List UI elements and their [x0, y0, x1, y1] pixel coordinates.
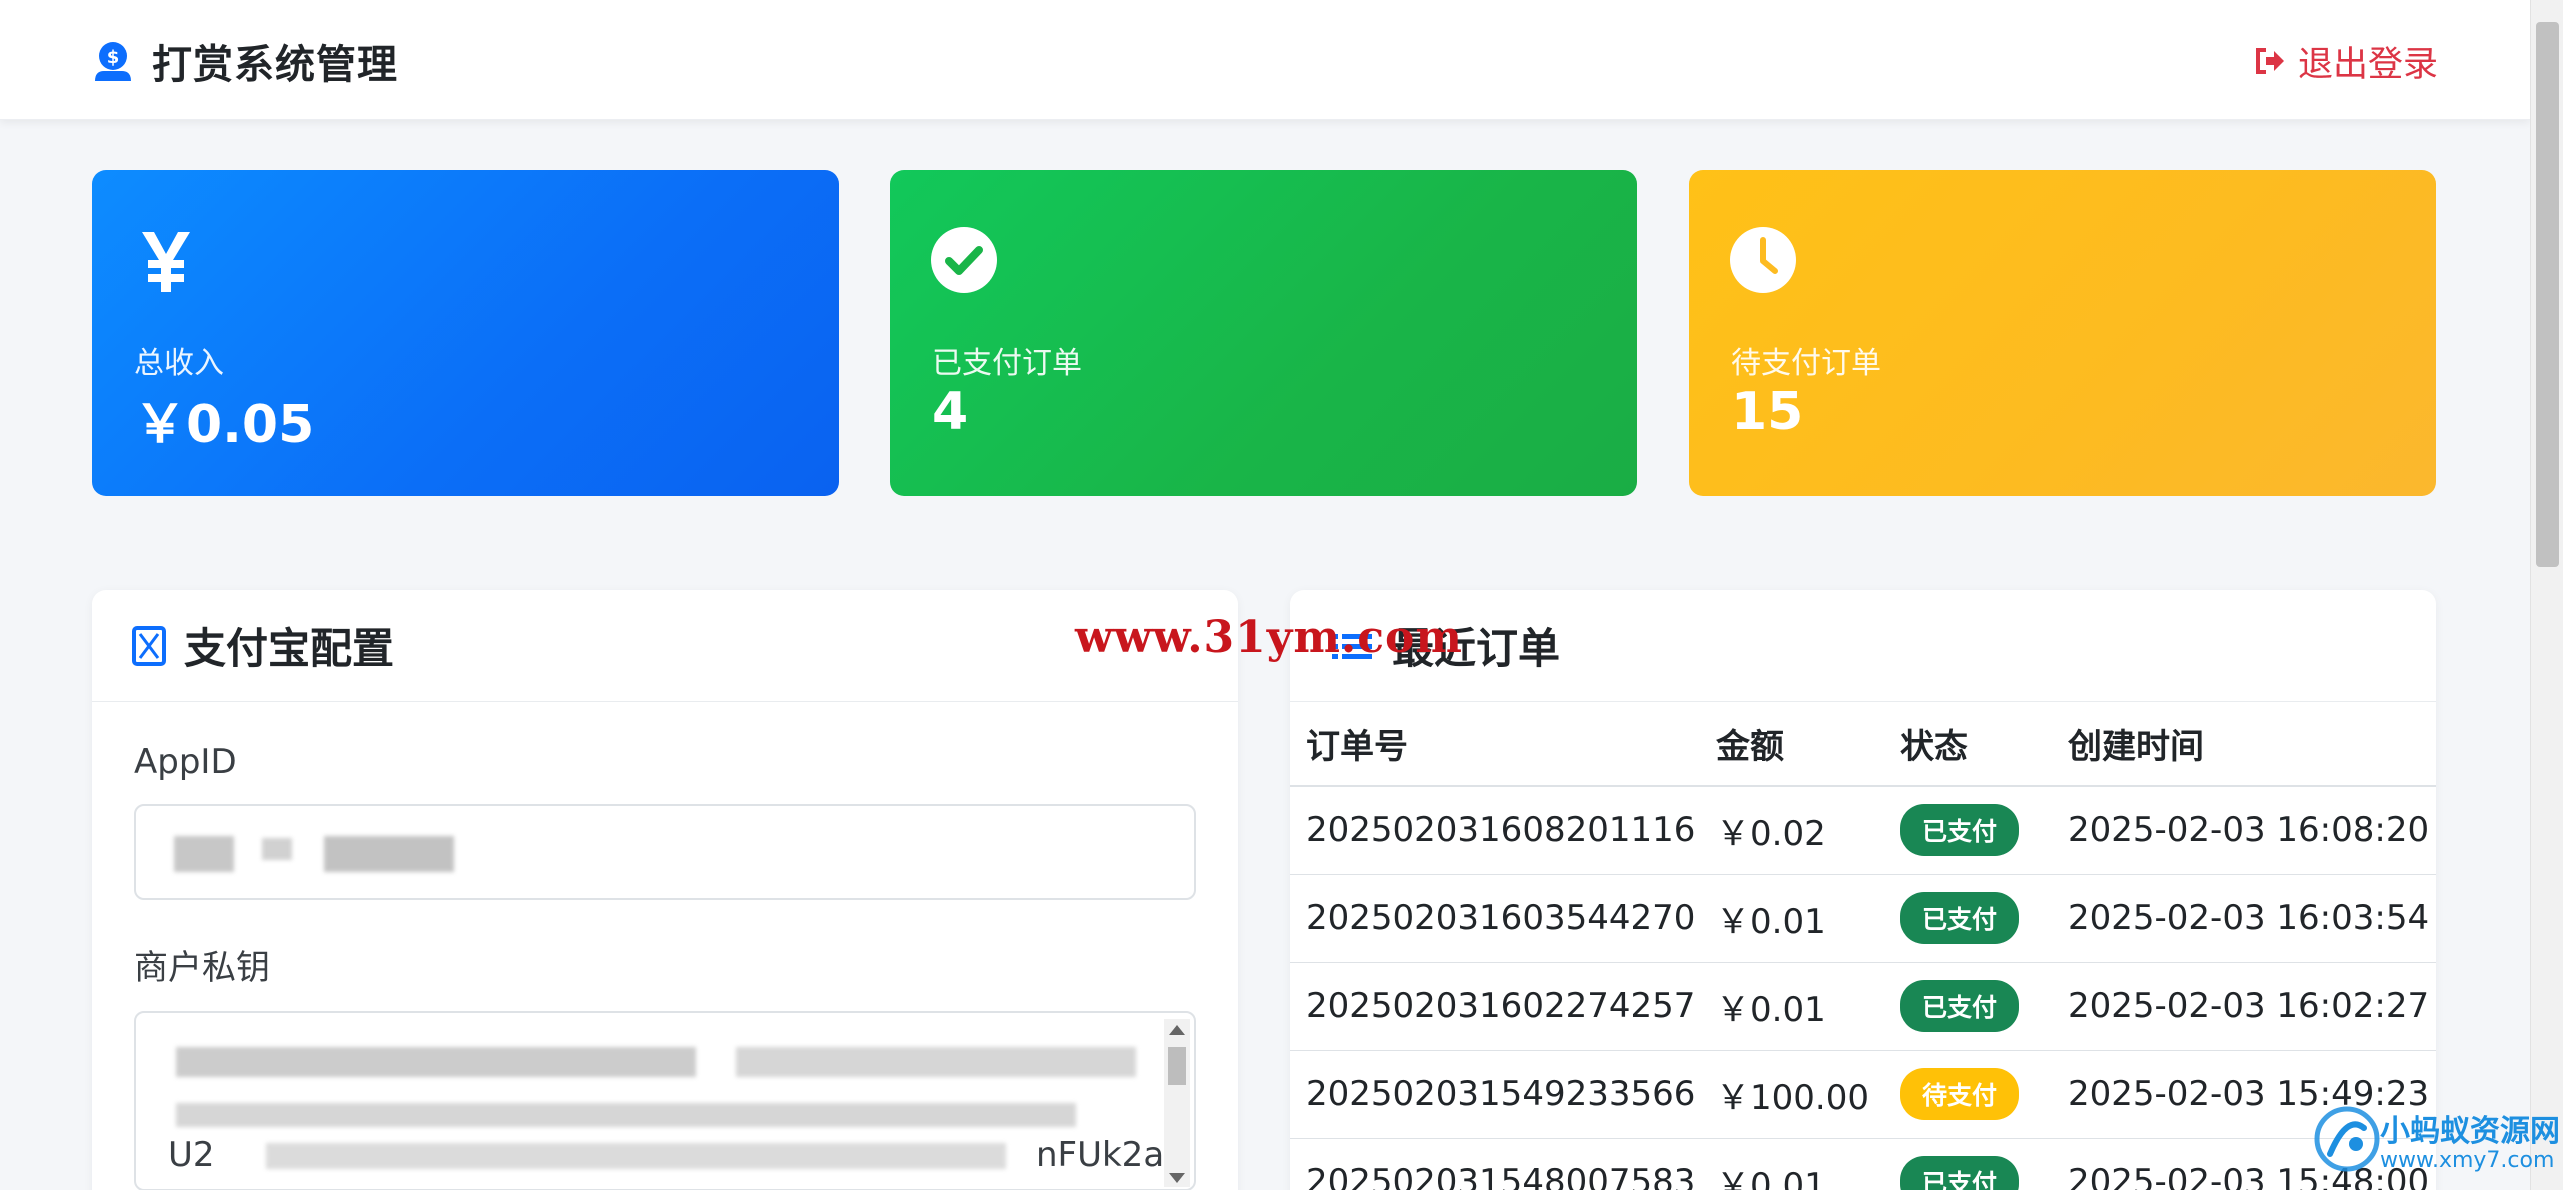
private-key-visible-start: U2 [168, 1135, 215, 1175]
corner-watermark-title: 小蚂蚁资源网 [2380, 1114, 2560, 1149]
order-status-cell: 已支付 [1884, 1138, 2052, 1190]
table-row[interactable]: 202502031602274257 ￥0.01 已支付 2025-02-03 … [1290, 962, 2436, 1051]
yen-icon [142, 232, 190, 292]
appid-input[interactable] [134, 804, 1196, 900]
user-dollar-icon: $ [95, 42, 131, 81]
private-key-visible-end: nFUk2a [1036, 1135, 1165, 1175]
order-amount: ￥0.01 [1700, 962, 1884, 1051]
config-form: AppID 商户私钥 U2 nFUk2a [92, 702, 1238, 1190]
panel-header: 支付宝配置 [92, 590, 1238, 702]
order-status-cell: 已支付 [1884, 874, 2052, 963]
order-time: 2025-02-03 16:02:27 [2052, 962, 2436, 1051]
order-id: 202502031608201116 [1290, 786, 1700, 875]
recent-orders-panel: 最近订单 订单号 金额 状态 创建时间 202502031608201116 ￥… [1290, 590, 2436, 1190]
order-amount: ￥0.01 [1700, 1138, 1884, 1190]
site-watermark: www.31ym.com [1075, 612, 1463, 663]
corner-watermark-url: www.xmy7.com [2380, 1148, 2555, 1173]
stat-label: 待支付订单 [1731, 346, 1881, 381]
alipay-icon [132, 625, 166, 666]
status-badge: 已支付 [1900, 892, 2020, 944]
order-time: 2025-02-03 16:03:54 [2052, 874, 2436, 963]
blurred-text [174, 836, 234, 872]
stat-label: 总收入 [134, 346, 224, 381]
orders-table: 订单号 金额 状态 创建时间 202502031608201116 ￥0.02 … [1290, 702, 2436, 1190]
stat-card-total-income: 总收入 ￥0.05 [92, 170, 839, 496]
blurred-text [736, 1047, 1136, 1077]
brand[interactable]: $ 打赏系统管理 [92, 36, 398, 88]
stat-card-pending-orders: 待支付订单 15 [1689, 170, 2436, 496]
stat-card-paid-orders: 已支付订单 4 [890, 170, 1637, 496]
private-key-label: 商户私钥 [134, 948, 270, 988]
order-amount: ￥0.02 [1700, 786, 1884, 875]
blurred-text [262, 838, 292, 860]
status-badge: 待支付 [1900, 1068, 2020, 1120]
logout-label: 退出登录 [2297, 44, 2438, 85]
column-header-amount: 金额 [1700, 702, 1884, 787]
status-badge: 已支付 [1900, 804, 2020, 857]
order-amount: ￥0.01 [1700, 874, 1884, 963]
status-badge: 已支付 [1900, 980, 2020, 1032]
textarea-scrollbar[interactable] [1164, 1019, 1190, 1187]
order-id: 202502031603544270 [1290, 874, 1700, 963]
blurred-text [266, 1143, 1006, 1169]
sign-out-icon [2255, 48, 2284, 74]
stat-value: ￥0.05 [134, 395, 315, 455]
svg-text:$: $ [107, 47, 120, 68]
top-navbar: $ 打赏系统管理 退出登录 [0, 0, 2530, 120]
page-title: 打赏系统管理 [152, 42, 398, 88]
page-scrollbar-thumb[interactable] [2536, 22, 2559, 567]
stat-value: 4 [932, 382, 969, 442]
scroll-down-icon[interactable] [1169, 1173, 1185, 1183]
clock-icon [1730, 227, 1796, 293]
order-id: 202502031549233566 [1290, 1050, 1700, 1139]
logout-button[interactable]: 退出登录 [2252, 38, 2438, 85]
scroll-up-icon[interactable] [1169, 1025, 1185, 1035]
alipay-config-panel: 支付宝配置 AppID 商户私钥 U2 nFUk2a [92, 590, 1238, 1190]
table-header-row: 订单号 金额 状态 创建时间 [1290, 702, 2436, 787]
order-amount: ￥100.00 [1700, 1050, 1884, 1139]
column-header-order-id: 订单号 [1290, 702, 1700, 787]
column-header-created-time: 创建时间 [2052, 702, 2436, 787]
textarea-scrollbar-thumb[interactable] [1168, 1047, 1186, 1085]
private-key-textarea[interactable]: U2 nFUk2a [134, 1011, 1196, 1190]
order-status-cell: 待支付 [1884, 1050, 2052, 1139]
order-status-cell: 已支付 [1884, 962, 2052, 1051]
table-row[interactable]: 202502031603544270 ￥0.01 已支付 2025-02-03 … [1290, 874, 2436, 963]
stat-value: 15 [1731, 382, 1804, 442]
table-row[interactable]: 202502031608201116 ￥0.02 已支付 2025-02-03 … [1290, 786, 2436, 875]
stat-label: 已支付订单 [932, 346, 1082, 381]
order-id: 202502031602274257 [1290, 962, 1700, 1051]
order-status-cell: 已支付 [1884, 786, 2052, 875]
panel-title: 支付宝配置 [184, 624, 395, 673]
blurred-text [176, 1047, 696, 1077]
table-row[interactable]: 202502031549233566 ￥100.00 待支付 2025-02-0… [1290, 1050, 2436, 1139]
appid-label: AppID [134, 742, 237, 782]
blurred-text [176, 1103, 1076, 1127]
corner-watermark: 小蚂蚁资源网 www.xmy7.com [2312, 1098, 2560, 1190]
ant-logo-icon [2314, 1106, 2380, 1172]
status-badge: 已支付 [1900, 1156, 2020, 1190]
table-row[interactable]: 202502031548007583 ￥0.01 已支付 2025-02-03 … [1290, 1138, 2436, 1190]
page-scrollbar[interactable] [2530, 0, 2563, 1190]
column-header-status: 状态 [1884, 702, 2052, 787]
order-id: 202502031548007583 [1290, 1138, 1700, 1190]
blurred-text [324, 836, 454, 872]
check-circle-icon [931, 227, 997, 293]
order-time: 2025-02-03 16:08:20 [2052, 786, 2436, 875]
